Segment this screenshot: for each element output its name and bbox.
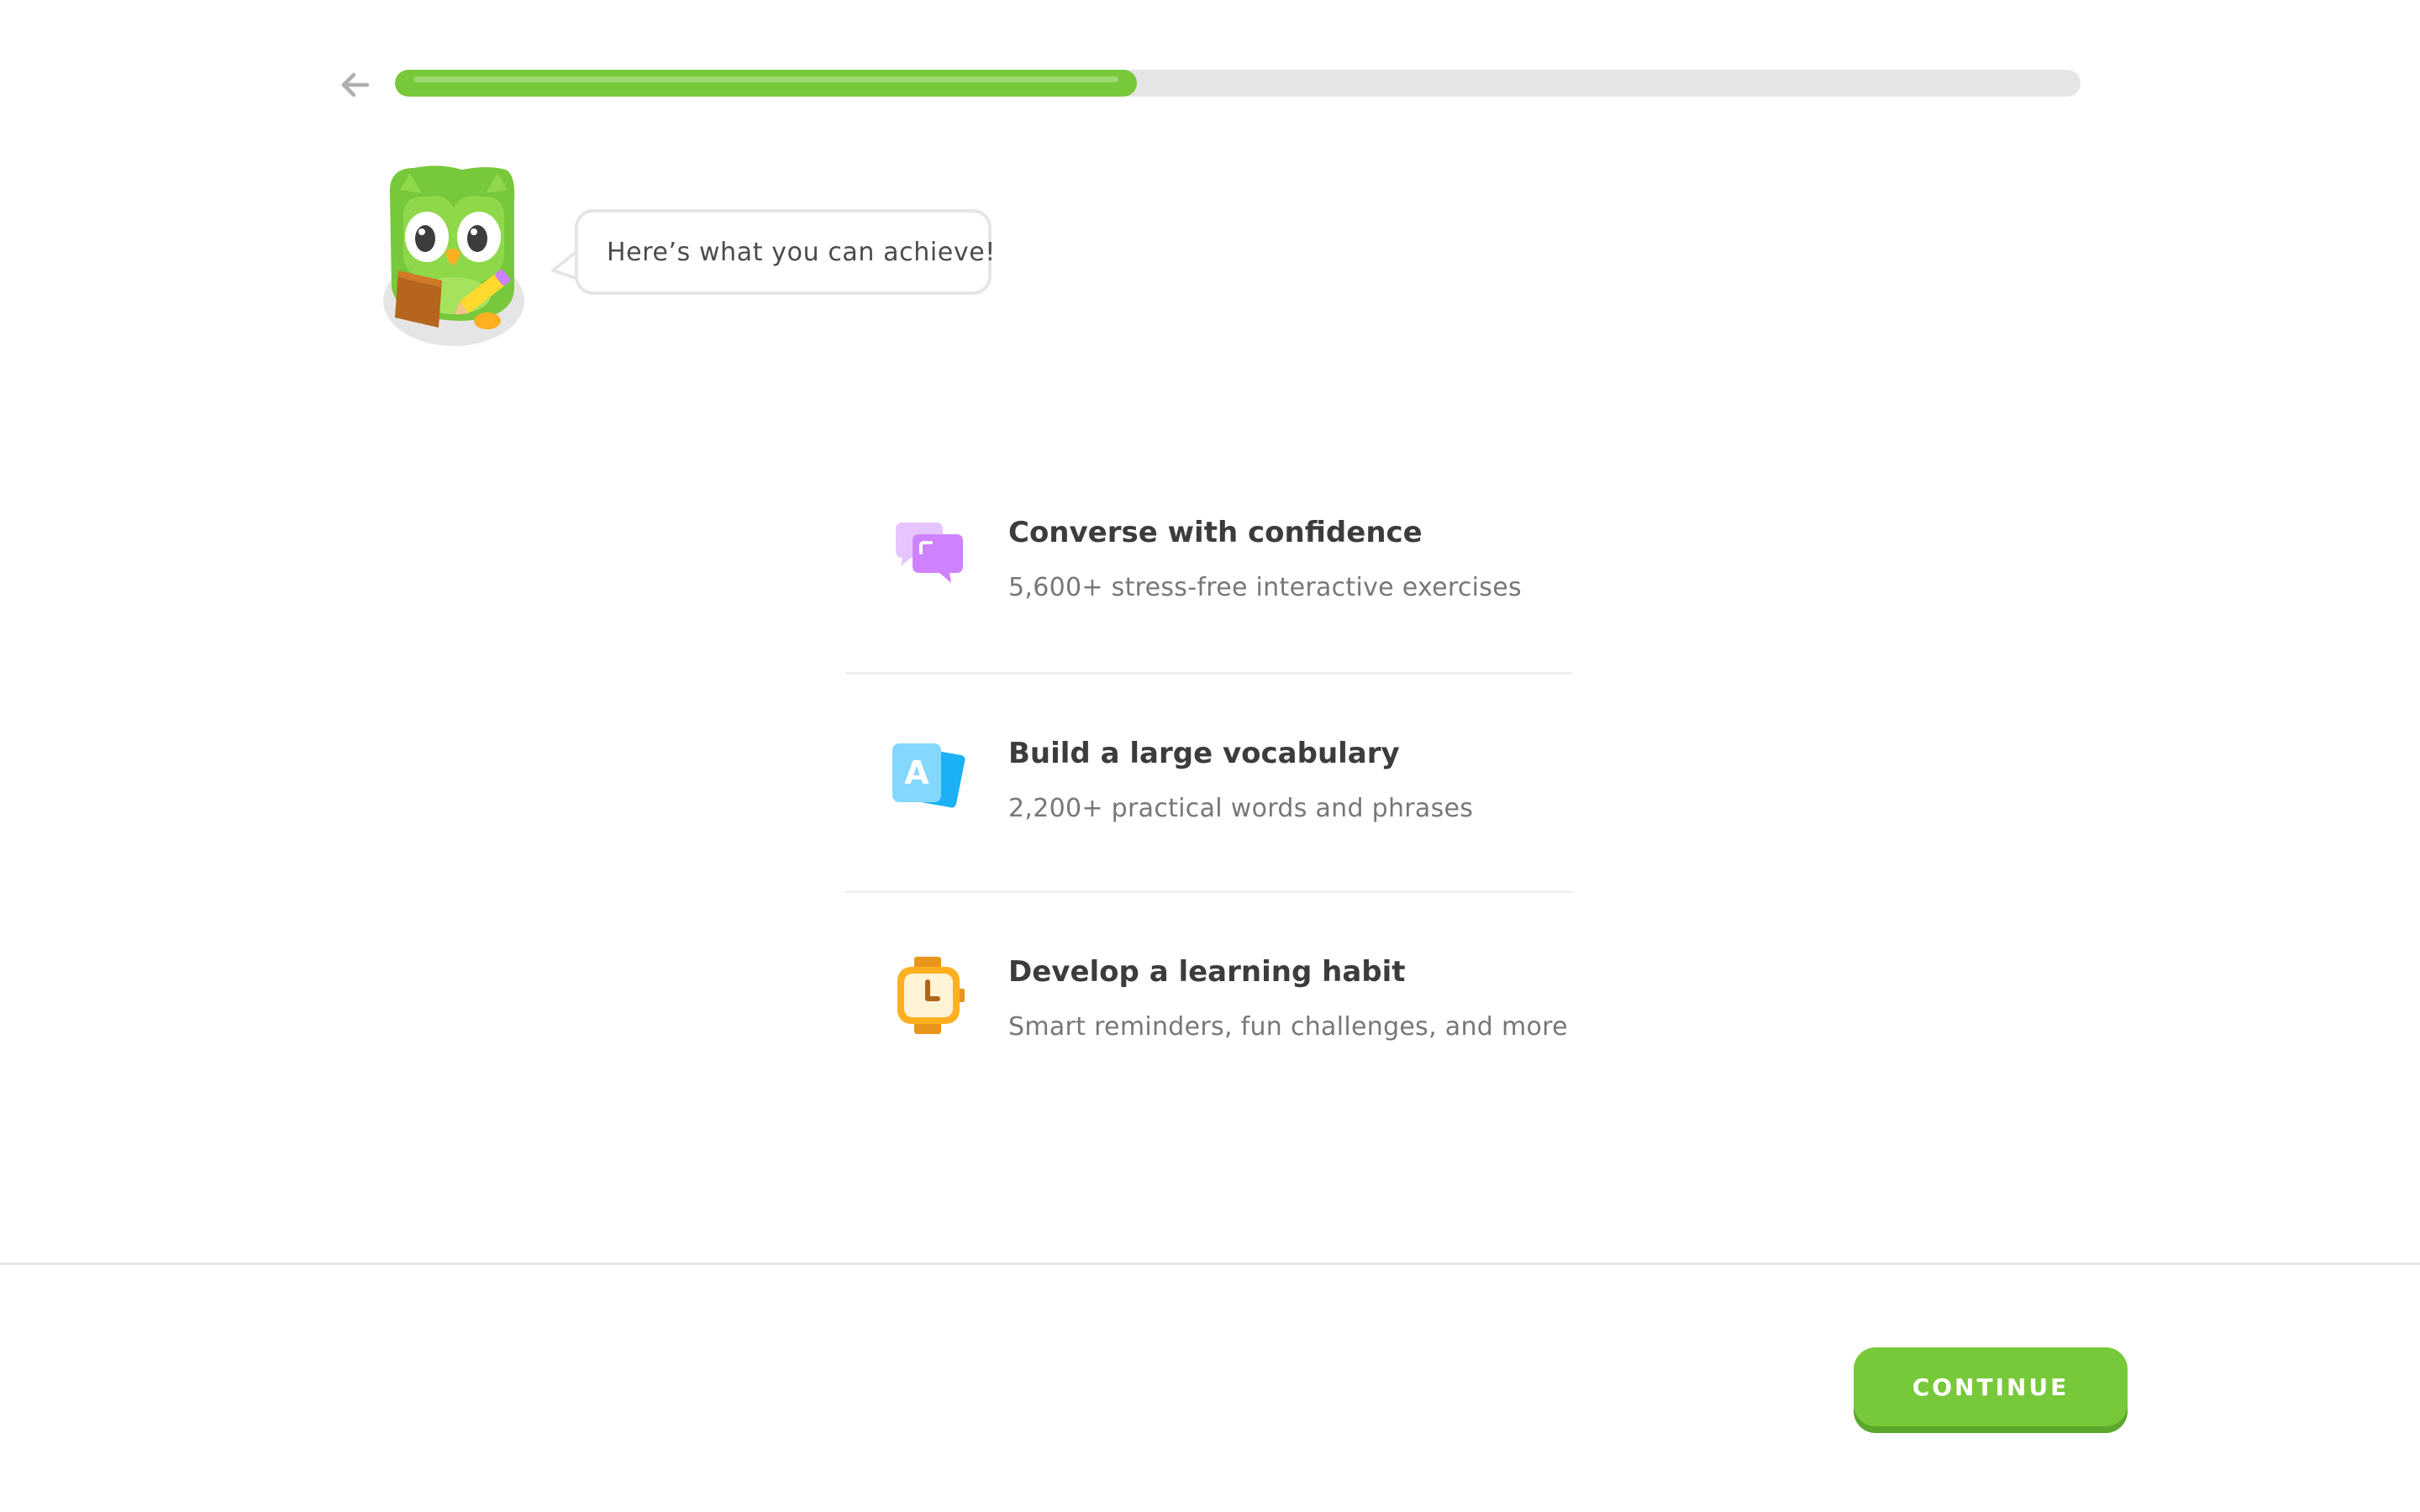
footer-divider	[0, 1263, 2420, 1265]
arrow-left-icon	[341, 72, 370, 97]
progress-bar	[395, 70, 2081, 97]
chat-bubbles-icon	[896, 522, 963, 583]
onboarding-page: Here’s what you can achieve! Converse wi…	[0, 0, 2420, 1512]
speech-bubble-text: Here’s what you can achieve!	[607, 237, 996, 267]
feature-item: A Build a large vocabulary 2,200+ practi…	[845, 672, 1573, 890]
feature-item: Develop a learning habit Smart reminders…	[845, 890, 1573, 1109]
continue-button[interactable]: CONTINUE	[1854, 1347, 2128, 1426]
continue-button-label: CONTINUE	[1912, 1373, 2070, 1401]
progress-bar-shine	[413, 76, 1118, 82]
vocabulary-cards-icon: A	[892, 743, 965, 808]
speech-bubble: Here’s what you can achieve!	[575, 209, 995, 295]
feature-title: Converse with confidence	[1008, 516, 1423, 549]
feature-description: Smart reminders, fun challenges, and mor…	[1008, 1012, 1568, 1042]
feature-item: Converse with confidence 5,600+ stress-f…	[845, 454, 1573, 672]
back-button[interactable]	[336, 66, 375, 104]
feature-description: 2,200+ practical words and phrases	[1008, 794, 1474, 823]
feature-list: Converse with confidence 5,600+ stress-f…	[845, 454, 1573, 1109]
svg-text:A: A	[904, 754, 929, 791]
owl-mascot-icon	[383, 165, 524, 346]
progress-bar-fill	[395, 70, 1137, 97]
feature-title: Build a large vocabulary	[1008, 737, 1400, 770]
feature-description: 5,600+ stress-free interactive exercises	[1008, 573, 1522, 602]
feature-title: Develop a learning habit	[1008, 955, 1406, 989]
watch-icon	[897, 957, 965, 1034]
